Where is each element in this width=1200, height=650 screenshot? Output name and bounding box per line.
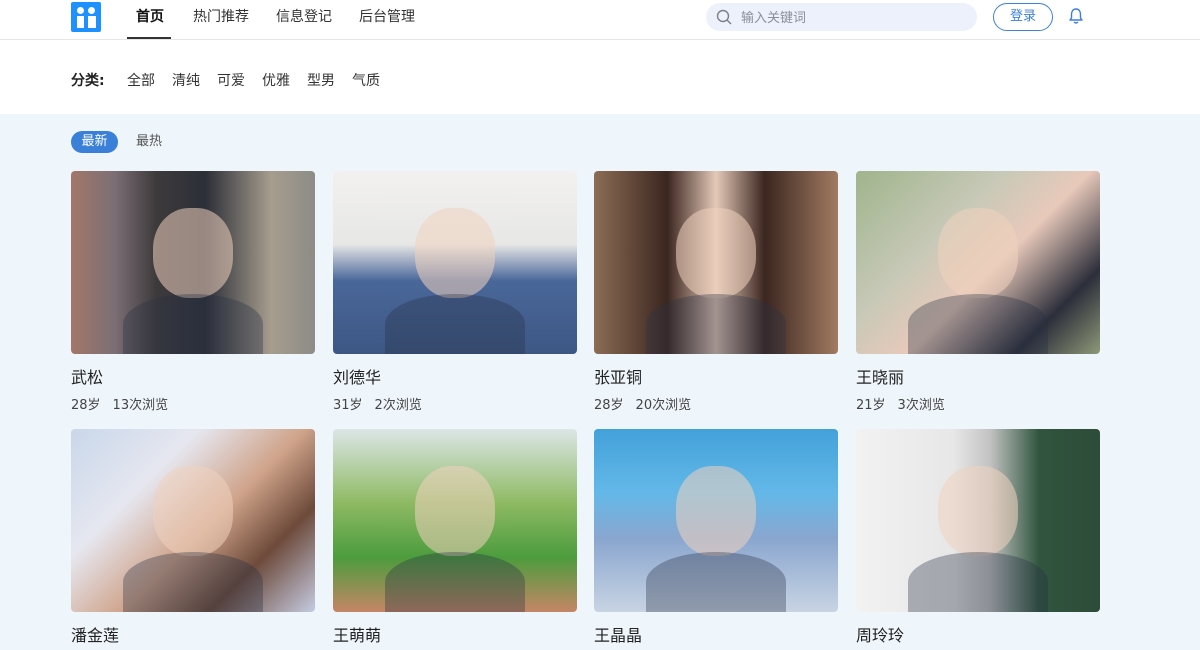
category-cute[interactable]: 可爱	[217, 70, 245, 90]
profile-age: 28岁	[71, 398, 101, 413]
profile-meta: 21岁 3次浏览	[856, 394, 945, 413]
nav-active-indicator	[127, 37, 171, 39]
profile-card[interactable]: 刘德华 31岁 2次浏览	[333, 171, 577, 413]
profile-photo[interactable]	[594, 429, 838, 612]
login-button[interactable]: 登录	[993, 3, 1053, 31]
logo-icon[interactable]	[71, 2, 101, 32]
category-pure[interactable]: 清纯	[172, 70, 200, 90]
search-input[interactable]	[739, 7, 973, 29]
profile-card[interactable]: 张亚铜 28岁 20次浏览	[594, 171, 838, 413]
profile-views: 2次浏览	[374, 398, 422, 413]
profile-views: 13次浏览	[112, 398, 169, 413]
profile-name[interactable]: 刘德华	[333, 364, 381, 388]
category-temperament[interactable]: 气质	[352, 70, 380, 90]
profile-card[interactable]: 王晓丽 21岁 3次浏览	[856, 171, 1100, 413]
profile-card[interactable]: 周玲玲	[856, 429, 1100, 645]
profile-photo[interactable]	[71, 429, 315, 612]
profile-age: 28岁	[594, 398, 624, 413]
profile-photo[interactable]	[333, 171, 577, 354]
profile-name[interactable]: 周玲玲	[856, 622, 904, 646]
profile-photo[interactable]	[333, 429, 577, 612]
profile-photo[interactable]	[856, 171, 1100, 354]
profile-photo[interactable]	[71, 171, 315, 354]
top-navigation-bar: 首页 热门推荐 信息登记 后台管理 登录	[0, 0, 1200, 40]
profile-name[interactable]: 张亚铜	[594, 364, 642, 388]
profile-card[interactable]: 王萌萌	[333, 429, 577, 645]
nav-item-admin[interactable]: 后台管理	[359, 7, 415, 27]
profile-meta: 28岁 20次浏览	[594, 394, 691, 413]
tab-newest[interactable]: 最新	[71, 131, 118, 153]
profile-meta: 31岁 2次浏览	[333, 394, 422, 413]
tab-hottest[interactable]: 最热	[136, 131, 162, 153]
category-handsome[interactable]: 型男	[307, 70, 335, 90]
nav-item-hot[interactable]: 热门推荐	[193, 7, 249, 27]
category-label: 分类:	[71, 73, 105, 89]
profile-name[interactable]: 武松	[71, 364, 103, 388]
search-icon[interactable]	[716, 9, 732, 25]
profile-card[interactable]: 王晶晶	[594, 429, 838, 645]
profile-views: 20次浏览	[635, 398, 692, 413]
category-filter-bar: 分类: 全部 清纯 可爱 优雅 型男 气质	[0, 40, 1200, 114]
search-box[interactable]	[706, 3, 977, 31]
profile-photo[interactable]	[594, 171, 838, 354]
profile-name[interactable]: 潘金莲	[71, 622, 119, 646]
profile-views: 3次浏览	[897, 398, 945, 413]
category-all[interactable]: 全部	[127, 70, 155, 90]
profile-name[interactable]: 王晓丽	[856, 364, 904, 388]
nav-item-register[interactable]: 信息登记	[276, 7, 332, 27]
profile-age: 21岁	[856, 398, 886, 413]
profile-meta: 28岁 13次浏览	[71, 394, 168, 413]
profile-card[interactable]: 武松 28岁 13次浏览	[71, 171, 315, 413]
nav-item-home[interactable]: 首页	[136, 7, 164, 27]
profile-card[interactable]: 潘金莲	[71, 429, 315, 645]
category-elegant[interactable]: 优雅	[262, 70, 290, 90]
profile-name[interactable]: 王萌萌	[333, 622, 381, 646]
bell-icon[interactable]	[1067, 7, 1085, 25]
profile-age: 31岁	[333, 398, 363, 413]
profile-photo[interactable]	[856, 429, 1100, 612]
profile-name[interactable]: 王晶晶	[594, 622, 642, 646]
